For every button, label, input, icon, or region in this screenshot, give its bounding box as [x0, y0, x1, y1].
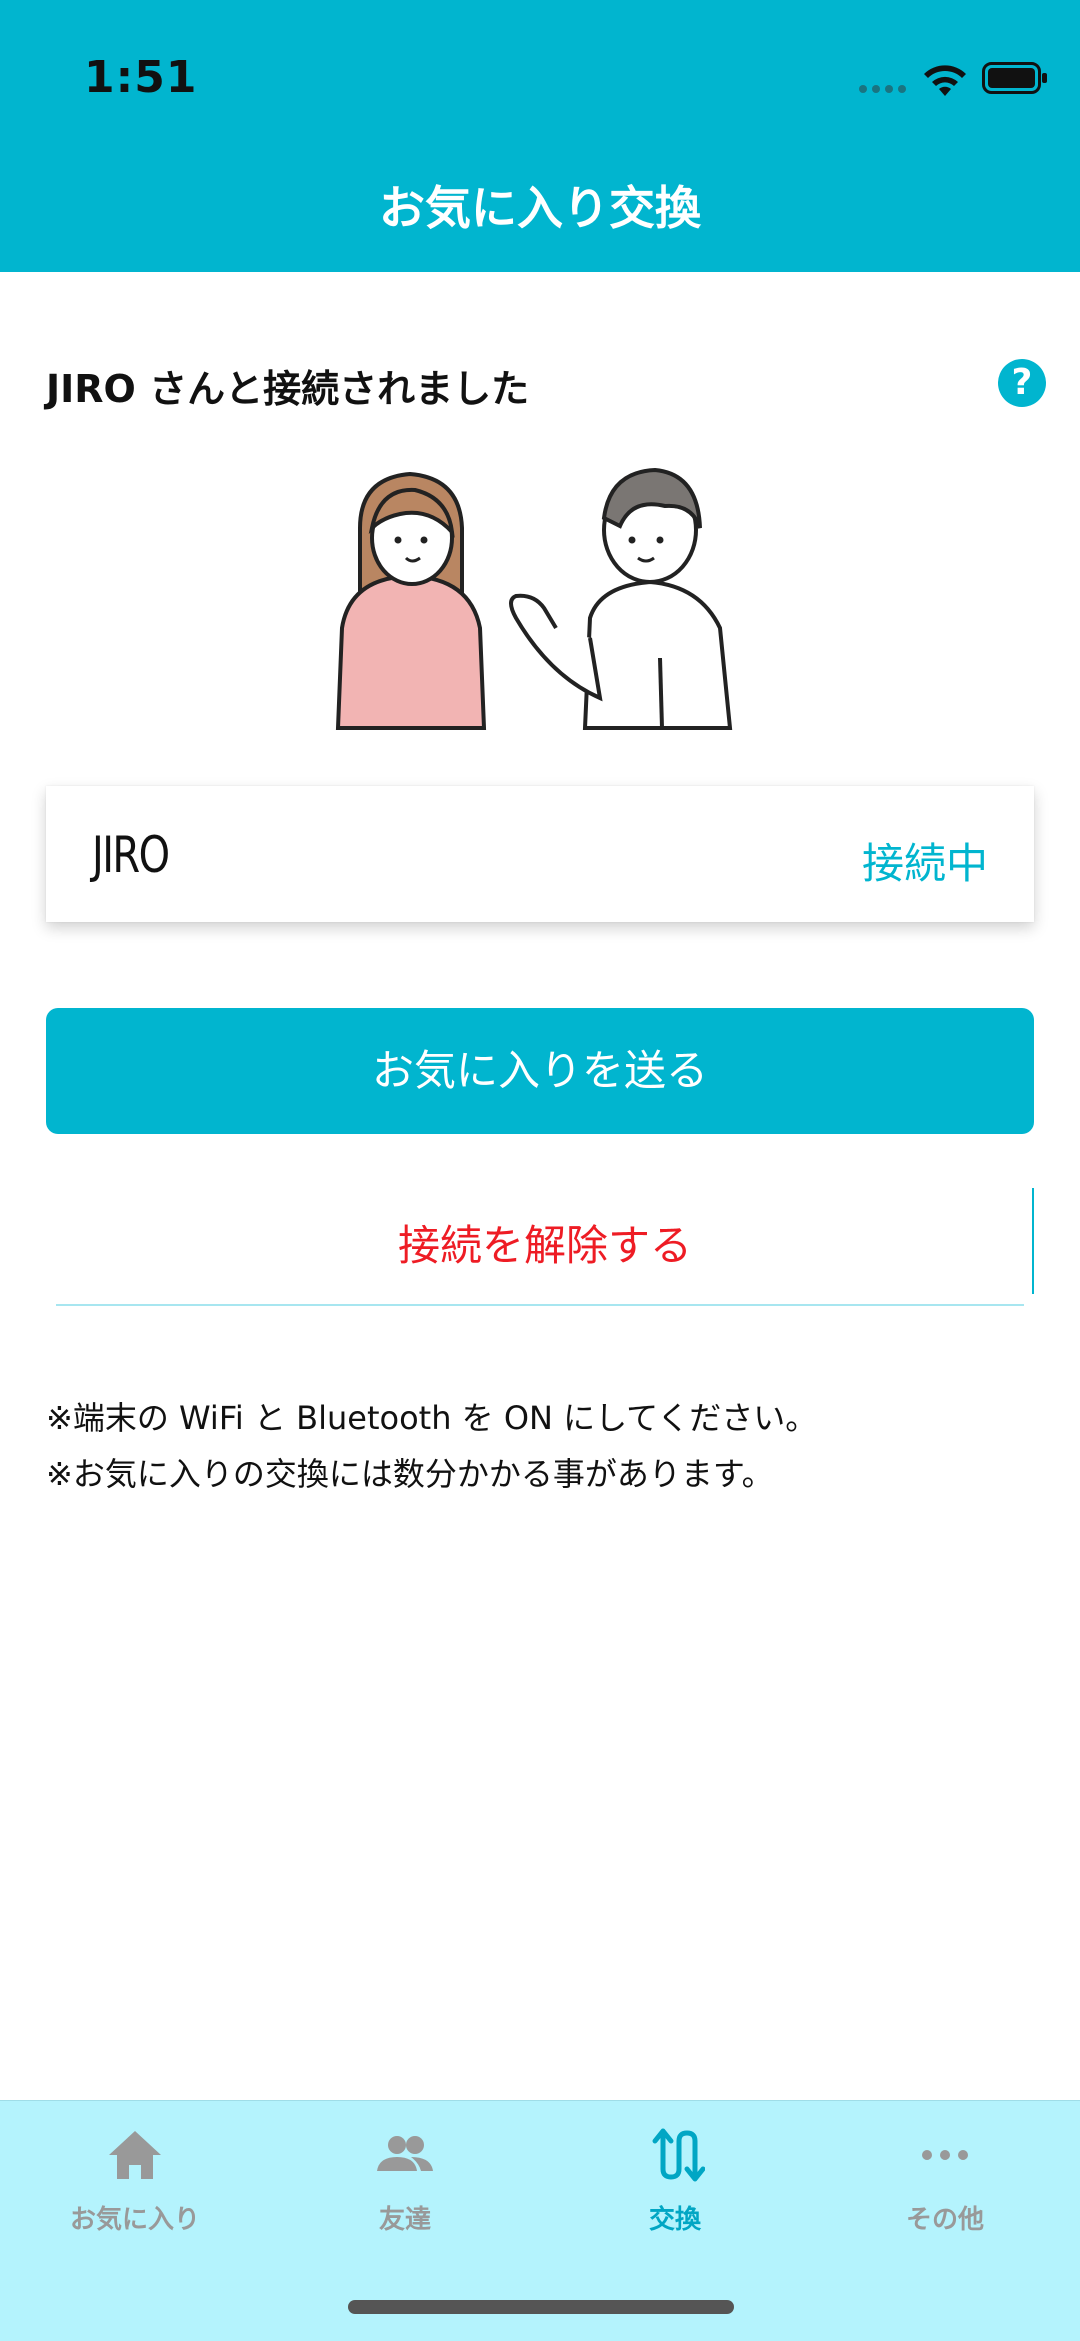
note-line: ※端末の WiFi と Bluetooth を ON にしてください。 [46, 1399, 818, 1437]
wifi-icon [924, 65, 966, 96]
tab-friends[interactable]: 友達 [270, 2125, 540, 2245]
home-indicator [348, 2300, 734, 2314]
tab-favorites[interactable]: お気に入り [0, 2125, 270, 2245]
home-icon [109, 2131, 161, 2179]
send-favorites-button[interactable]: お気に入りを送る [46, 1008, 1034, 1134]
device-name: JIRO [92, 826, 170, 884]
header-bar: 1:51 お気に入り交換 [0, 0, 1080, 272]
disconnect-underline [56, 1304, 1024, 1306]
connected-heading: JIRO さんと接続されました [46, 367, 530, 411]
disconnect-button[interactable]: 接続を解除する [56, 1186, 1034, 1306]
more-icon [922, 2150, 968, 2160]
tab-more[interactable]: その他 [810, 2125, 1080, 2245]
status-time: 1:51 [84, 52, 198, 103]
tab-label: 友達 [378, 2205, 431, 2235]
cellular-signal-icon [859, 85, 906, 93]
disconnect-right-border [1032, 1188, 1034, 1294]
note-line: ※お気に入りの交換には数分かかる事があります。 [46, 1455, 774, 1493]
man-figure [509, 467, 733, 730]
connection-status: 接続中 [861, 839, 988, 888]
two-people-illustration [335, 467, 733, 730]
battery-icon [982, 62, 1047, 94]
tab-label: 交換 [648, 2205, 701, 2235]
woman-figure [335, 471, 487, 730]
connection-card: JIRO 接続中 [46, 786, 1034, 922]
tab-label: その他 [905, 2205, 984, 2235]
tab-exchange[interactable]: 交換 [540, 2125, 810, 2245]
notes: ※端末の WiFi と Bluetooth を ON にしてください。 ※お気に… [46, 1390, 817, 1502]
people-icon [377, 2136, 433, 2171]
help-button[interactable]: ? [998, 359, 1046, 407]
tab-label: お気に入り [69, 2205, 200, 2235]
exchange-icon [652, 2128, 705, 2182]
page-title: お気に入り交換 [379, 181, 701, 235]
